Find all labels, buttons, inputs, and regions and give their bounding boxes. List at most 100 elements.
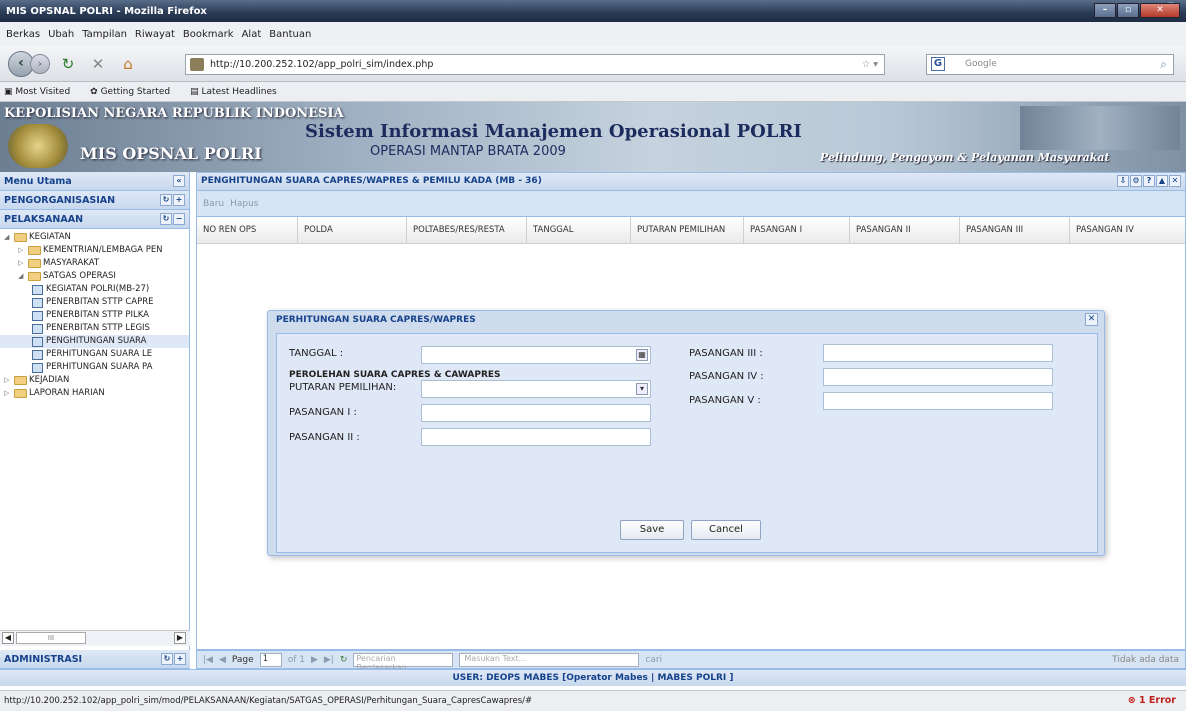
collapse-up-icon[interactable]: ▲	[1156, 175, 1168, 187]
expand-icon[interactable]: +	[174, 653, 186, 665]
home-icon[interactable]: ⌂	[116, 52, 140, 76]
banner-photo	[1020, 106, 1180, 150]
collapsed-arrow-icon[interactable]: ▷	[4, 374, 14, 387]
tree-node[interactable]: PENERBITAN STTP PILKA	[0, 309, 189, 322]
menu-ubah[interactable]: Ubah	[48, 29, 74, 40]
help-icon[interactable]: ?	[1143, 175, 1155, 187]
menu-tampilan[interactable]: Tampilan	[82, 29, 127, 40]
bookmark-latest-headlines[interactable]: ▤ Latest Headlines	[190, 87, 287, 97]
column-polda[interactable]: POLDA	[298, 216, 407, 244]
expanded-arrow-icon[interactable]: ◢	[18, 270, 28, 283]
menu-alat[interactable]: Alat	[242, 29, 262, 40]
tree-node-label: KEGIATAN POLRI(MB-27)	[46, 284, 150, 294]
tree-node[interactable]: PERHITUNGAN SUARA PA	[0, 361, 189, 374]
maximize-button[interactable]: ▫	[1117, 3, 1139, 18]
search-text-input[interactable]: Masukan Text...	[459, 652, 640, 667]
column-no-ren-ops[interactable]: NO REN OPS	[197, 216, 298, 244]
cari-button[interactable]: cari	[645, 655, 662, 665]
collapse-section-icon[interactable]: −	[173, 213, 185, 225]
sidebar-scrollbar[interactable]: ◀ III ▶	[0, 630, 190, 646]
refresh-icon[interactable]: ↻	[160, 194, 172, 206]
last-page-icon[interactable]: ▶|	[324, 655, 334, 665]
bookmark-getting-started[interactable]: ✿ Getting Started	[90, 87, 180, 97]
hapus-button[interactable]: Hapus	[230, 199, 258, 209]
tree-node[interactable]: ▷ KEMENTRIAN/LEMBAGA PEN	[0, 244, 189, 257]
expand-icon[interactable]: +	[173, 194, 185, 206]
menu-riwayat[interactable]: Riwayat	[135, 29, 175, 40]
collapse-icon[interactable]: «	[173, 175, 185, 187]
column-poltabes[interactable]: POLTABES/RES/RESTA	[407, 216, 527, 244]
star-icon[interactable]: ☆ ▾	[862, 55, 878, 74]
column-tanggal[interactable]: TANGGAL	[527, 216, 631, 244]
pasangan5-field[interactable]	[823, 392, 1053, 410]
print-icon[interactable]: ⇩	[1117, 175, 1129, 187]
column-pasangan-3[interactable]: PASANGAN III	[960, 216, 1070, 244]
scroll-thumb[interactable]: III	[16, 632, 86, 644]
dialog-close-icon[interactable]: ✕	[1085, 313, 1098, 326]
tree-node[interactable]: PENERBITAN STTP CAPRE	[0, 296, 189, 309]
menu-berkas[interactable]: Berkas	[6, 29, 40, 40]
expanded-arrow-icon[interactable]: ◢	[4, 231, 14, 244]
form-icon	[32, 284, 43, 295]
tree-node[interactable]: ▷ LAPORAN HARIAN	[0, 387, 189, 400]
stop-icon[interactable]: ✕	[86, 52, 110, 76]
column-pasangan-1[interactable]: PASANGAN I	[744, 216, 850, 244]
tree-node[interactable]: ▷ MASYARAKAT	[0, 257, 189, 270]
refresh-icon[interactable]: ↻	[340, 655, 348, 665]
accordion-administrasi[interactable]: ADMINISTRASI ↻ +	[0, 650, 190, 669]
tree-node[interactable]: ▷ KEJADIAN	[0, 374, 189, 387]
collapsed-arrow-icon[interactable]: ▷	[18, 257, 28, 270]
error-indicator[interactable]: ⊗ 1 Error	[1128, 691, 1176, 711]
chevron-down-icon[interactable]: ▾	[636, 383, 648, 395]
search-icon[interactable]: ⌕	[1160, 55, 1167, 74]
tree-node[interactable]: ◢ KEGIATAN	[0, 231, 189, 244]
pasangan2-field[interactable]	[421, 428, 651, 446]
accordion-pelaksanaan[interactable]: PELAKSANAAN ↻ −	[0, 210, 189, 229]
pasangan4-field[interactable]	[823, 368, 1053, 386]
scroll-right-icon[interactable]: ▶	[174, 632, 186, 644]
refresh-icon[interactable]: ↻	[160, 213, 172, 225]
tanggal-field[interactable]: ▦	[421, 346, 651, 364]
close-window-button[interactable]: ✕	[1140, 3, 1180, 18]
search-field-select[interactable]: Pencarian Berdasarkan...	[353, 652, 454, 672]
accordion-pengorganisasian[interactable]: PENGORGANISASIAN ↻ +	[0, 191, 189, 210]
minimize-button[interactable]: –	[1094, 3, 1116, 18]
forward-icon[interactable]: ›	[30, 53, 50, 74]
tree-node[interactable]: ◢ SATGAS OPERASI	[0, 270, 189, 283]
collapsed-arrow-icon[interactable]: ▷	[4, 387, 14, 400]
menu-bookmark[interactable]: Bookmark	[183, 29, 234, 40]
bookmark-most-visited[interactable]: ▣ Most Visited	[4, 87, 80, 97]
scroll-left-icon[interactable]: ◀	[2, 632, 14, 644]
refresh-icon[interactable]: ↻	[161, 653, 173, 665]
folder-icon	[14, 376, 27, 385]
google-icon[interactable]: G	[931, 57, 945, 71]
url-bar[interactable]: http://10.200.252.102/app_polri_sim/inde…	[185, 54, 885, 75]
pasangan1-field[interactable]	[421, 404, 651, 422]
column-pasangan-2[interactable]: PASANGAN II	[850, 216, 960, 244]
calendar-icon[interactable]: ▦	[636, 349, 648, 361]
folder-icon	[28, 272, 41, 281]
column-putaran-pemilihan[interactable]: PUTARAN PEMILIHAN	[631, 216, 744, 244]
close-icon[interactable]: ✕	[1169, 175, 1181, 187]
pasangan3-field[interactable]	[823, 344, 1053, 362]
reload-icon[interactable]: ↻	[56, 52, 80, 76]
menu-bantuan[interactable]: Bantuan	[269, 29, 311, 40]
column-pasangan-4[interactable]: PASANGAN IV	[1070, 217, 1185, 244]
putaran-select[interactable]: ▾	[421, 380, 651, 398]
next-page-icon[interactable]: ▶	[311, 655, 318, 665]
tree-node[interactable]: PENERBITAN STTP LEGIS	[0, 322, 189, 335]
collapsed-arrow-icon[interactable]: ▷	[18, 244, 28, 257]
baru-button[interactable]: Baru	[203, 199, 224, 209]
first-page-icon[interactable]: |◀	[203, 655, 213, 665]
prev-page-icon[interactable]: ◀	[219, 655, 226, 665]
form-icon	[32, 336, 43, 347]
cancel-button[interactable]: Cancel	[691, 520, 761, 540]
pasangan2-label: PASANGAN II :	[289, 432, 360, 443]
search-input[interactable]: G Google ⌕	[926, 54, 1174, 75]
gear-icon[interactable]: ⚙	[1130, 175, 1142, 187]
tree-node[interactable]: PERHITUNGAN SUARA LE	[0, 348, 189, 361]
tree-node[interactable]: PENGHITUNGAN SUARA	[0, 335, 189, 348]
save-button[interactable]: Save	[620, 520, 684, 540]
tree-node[interactable]: KEGIATAN POLRI(MB-27)	[0, 283, 189, 296]
page-input[interactable]: 1	[259, 652, 282, 667]
